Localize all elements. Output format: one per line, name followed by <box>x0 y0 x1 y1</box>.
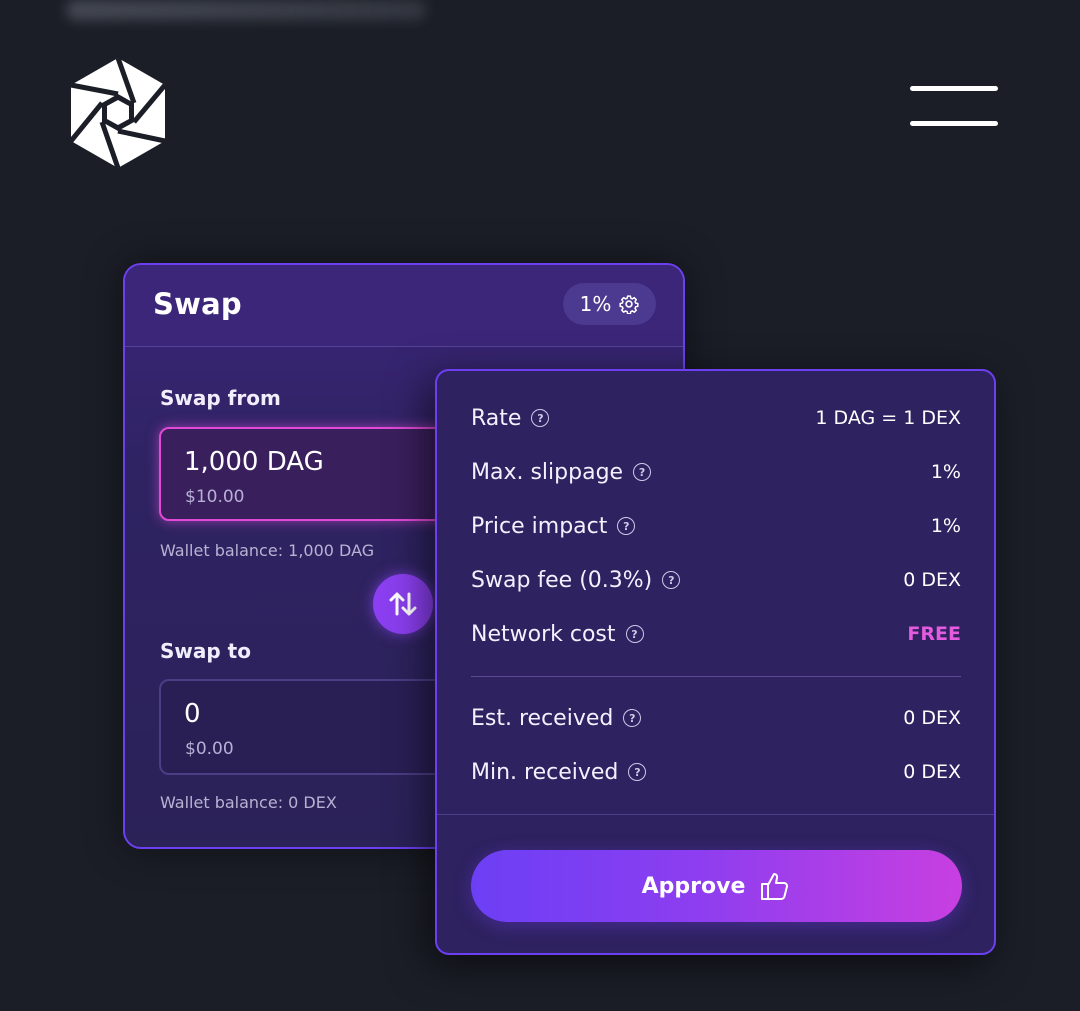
help-icon[interactable]: ? <box>623 709 642 727</box>
slippage-settings-button[interactable]: 1% <box>563 283 656 325</box>
swap-from-amount[interactable]: 1,000 DAG <box>184 447 324 477</box>
help-icon[interactable]: ? <box>531 409 550 427</box>
min-received-label: Min. received <box>471 759 619 785</box>
help-icon[interactable]: ? <box>617 517 636 535</box>
detail-row-swap-fee: Swap fee (0.3%) ? 0 DEX <box>471 564 961 596</box>
approve-label: Approve <box>641 873 746 899</box>
help-icon[interactable]: ? <box>662 571 681 589</box>
swap-to-usd: $0.00 <box>185 739 234 759</box>
thumbs-up-icon <box>761 873 789 900</box>
swap-details-card: Rate ? 1 DAG = 1 DEX Max. slippage ? 1% … <box>435 369 996 955</box>
detail-row-est-received: Est. received ? 0 DEX <box>471 702 961 734</box>
detail-row-rate: Rate ? 1 DAG = 1 DEX <box>471 402 961 434</box>
max-slippage-value: 1% <box>930 461 961 483</box>
swap-to-amount[interactable]: 0 <box>184 699 201 729</box>
price-impact-value: 1% <box>930 515 961 537</box>
slippage-value: 1% <box>579 292 612 316</box>
swap-arrows-icon <box>389 592 417 616</box>
detail-label-min-received: Min. received ? <box>471 759 647 785</box>
detail-label-network-cost: Network cost ? <box>471 622 644 647</box>
help-icon[interactable]: ? <box>628 763 647 781</box>
help-icon[interactable]: ? <box>633 463 652 481</box>
page: Swap 1% Swap from 1,000 DAG $10.00 Walle… <box>0 0 1080 1011</box>
details-divider <box>471 676 961 677</box>
swap-card-header: Swap 1% <box>125 265 683 347</box>
detail-row-max-slippage: Max. slippage ? 1% <box>471 456 961 488</box>
est-received-label: Est. received <box>471 705 614 731</box>
help-icon[interactable]: ? <box>625 625 644 643</box>
detail-row-price-impact: Price impact ? 1% <box>471 510 961 542</box>
detail-label-max-slippage: Max. slippage ? <box>471 459 652 485</box>
rate-value: 1 DAG = 1 DEX <box>815 407 961 429</box>
menu-line-top <box>910 86 998 91</box>
network-cost-label: Network cost <box>471 621 616 647</box>
detail-row-min-received: Min. received ? 0 DEX <box>471 756 961 788</box>
footer-divider <box>437 814 994 815</box>
swap-fee-label: Swap fee (0.3%) <box>471 567 653 593</box>
swap-from-label: Swap from <box>160 386 281 410</box>
detail-label-price-impact: Price impact ? <box>471 513 636 539</box>
gear-icon <box>619 295 639 314</box>
est-received-value: 0 DEX <box>903 707 961 729</box>
detail-row-network-cost: Network cost ? FREE <box>471 618 961 650</box>
rate-label: Rate <box>471 405 522 431</box>
detail-label-swap-fee: Swap fee (0.3%) ? <box>471 567 681 593</box>
menu-line-bottom <box>910 121 998 126</box>
network-cost-value: FREE <box>907 623 961 645</box>
swap-fee-value: 0 DEX <box>903 569 961 591</box>
wallet-balance-from: Wallet balance: 1,000 DAG <box>160 541 375 560</box>
swap-to-label: Swap to <box>160 639 251 663</box>
hamburger-menu-icon[interactable] <box>910 86 998 128</box>
min-received-value: 0 DEX <box>903 761 961 783</box>
max-slippage-label: Max. slippage <box>471 459 624 485</box>
approve-button[interactable]: Approve <box>471 850 962 922</box>
hexagon-aperture-logo-icon[interactable] <box>64 54 172 172</box>
swap-direction-button[interactable] <box>373 574 433 634</box>
swap-from-usd: $10.00 <box>185 487 245 507</box>
blurred-status-bar <box>66 0 426 20</box>
wallet-balance-to: Wallet balance: 0 DEX <box>160 793 337 812</box>
swap-title: Swap <box>153 287 242 321</box>
price-impact-label: Price impact <box>471 513 608 539</box>
detail-label-rate: Rate ? <box>471 405 550 431</box>
detail-label-est-received: Est. received ? <box>471 705 642 731</box>
